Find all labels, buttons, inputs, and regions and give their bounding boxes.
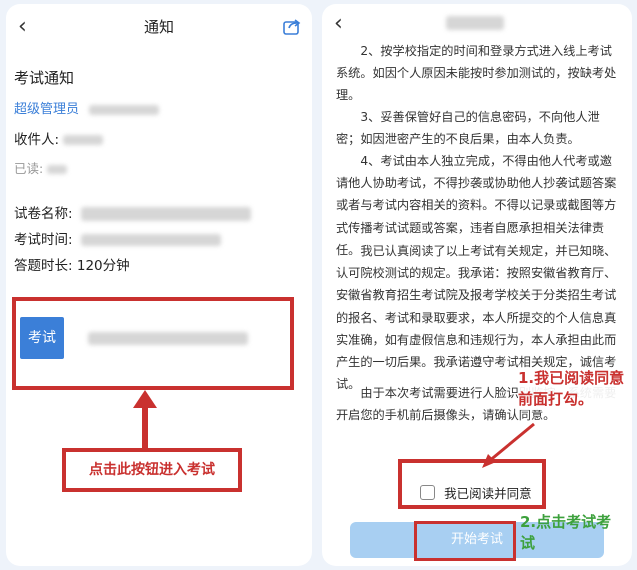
annotation-step-1: 1.我已阅读同意前面打勾。 <box>518 368 626 410</box>
recipient-label: 收件人: <box>14 132 60 148</box>
annotation-step-2: 2.点击考试考试 <box>520 513 612 552</box>
up-arrow-icon <box>133 390 157 450</box>
share-icon[interactable] <box>282 16 302 36</box>
redacted-page-title <box>446 16 504 30</box>
left-top-bar: ‹ 通知 <box>6 4 312 52</box>
right-screen: ‹ 2、按学校指定的时间和登录方式进入线上考试系统。如因个人原因未能按时参加测试… <box>322 4 632 566</box>
agree-label: 我已阅读并同意 <box>444 486 532 501</box>
redacted-exam-name <box>88 332 248 345</box>
redacted-sender-info <box>89 104 160 115</box>
read-row: 已读: <box>14 158 68 177</box>
duration-value: 120分钟 <box>76 258 130 274</box>
instruction-text: 点击此按钮进入考试 <box>89 462 215 478</box>
duration-label: 答题时长: <box>14 258 73 274</box>
exam-entry[interactable]: 考试 <box>20 317 280 359</box>
agree-row[interactable]: 我已阅读并同意 <box>420 482 532 501</box>
notice-title: 考试通知 <box>14 69 75 87</box>
rule-paragraph-3: 3、妥善保管好自己的信息密码，不向他人泄密；如因泄密产生的不良后果，由本人负责。 <box>336 110 600 147</box>
redacted-read-count <box>47 165 68 174</box>
header-title: 通知 <box>143 18 174 36</box>
exam-button-label: 考试 <box>28 330 56 346</box>
redacted-recipient <box>63 135 104 145</box>
exam-time-label: 考试时间: <box>14 232 73 248</box>
exam-time-row: 考试时间: <box>14 228 221 248</box>
rule-paragraph-2: 2、按学校指定的时间和登录方式进入线上考试系统。如因个人原因未能按时参加测试的，… <box>336 44 617 103</box>
redacted-paper-name <box>80 207 251 221</box>
sender-row[interactable]: 超级管理员 <box>14 98 160 117</box>
paper-name-label: 试卷名称: <box>14 206 73 222</box>
exam-button[interactable]: 考试 <box>20 317 64 359</box>
instruction-box: 点击此按钮进入考试 <box>62 448 242 492</box>
sender-name[interactable]: 超级管理员 <box>14 102 79 117</box>
start-button-highlight <box>414 521 516 561</box>
recipient-row: 收件人: <box>14 128 104 148</box>
left-screen: ‹ 通知 考试通知 超级管理员 收件人: 已读: 试卷名称: 考试时间: 答题时… <box>6 4 312 566</box>
agree-checkbox[interactable] <box>420 485 435 500</box>
duration-row: 答题时长: 120分钟 <box>14 254 130 274</box>
back-icon[interactable]: ‹ <box>334 10 343 38</box>
paper-name-row: 试卷名称: <box>14 202 251 222</box>
redacted-exam-time <box>80 234 221 246</box>
read-label: 已读: <box>14 161 44 176</box>
